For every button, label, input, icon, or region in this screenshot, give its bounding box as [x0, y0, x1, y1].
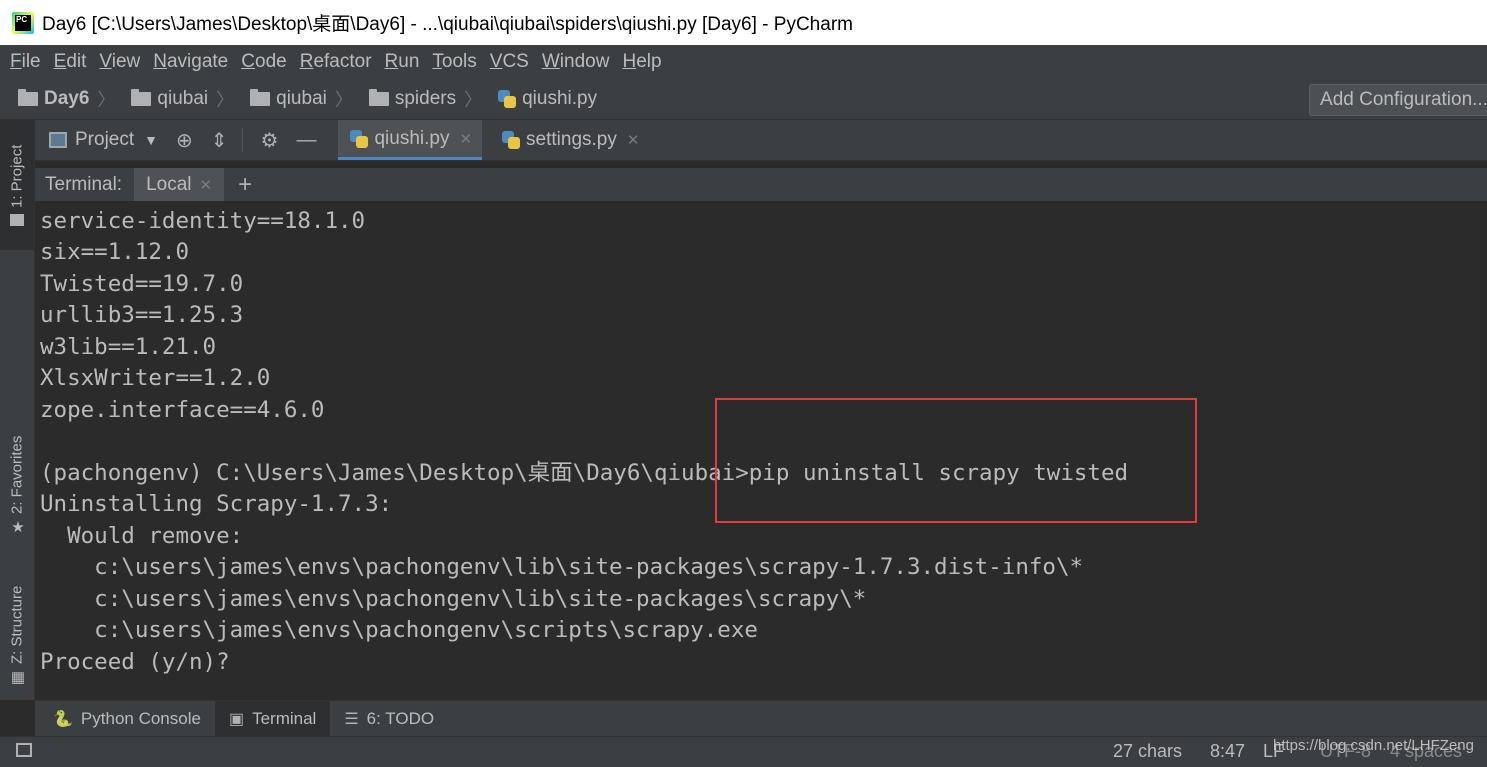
terminal-title: Terminal:	[45, 173, 123, 195]
close-icon[interactable]: ✕	[200, 176, 213, 194]
python-file-icon	[502, 131, 521, 149]
window-title: Day6 [C:\Users\James\Desktop\桌面\Day6] - …	[42, 14, 853, 35]
close-icon[interactable]: ✕	[459, 130, 472, 148]
folder-icon	[18, 88, 38, 106]
python-file-icon	[350, 129, 369, 148]
chevron-right-icon: 〉	[334, 89, 353, 110]
menu-file[interactable]: File	[10, 51, 41, 73]
tab-label: 6: TODO	[366, 709, 435, 728]
crosshair-locate-icon[interactable]: ⊕	[176, 128, 193, 153]
menu-vcs[interactable]: VCS	[490, 51, 529, 73]
collapse-all-icon[interactable]: ⇕	[211, 128, 228, 153]
menu-window[interactable]: Window	[542, 51, 610, 73]
structure-tool-label: Z: Structure	[8, 585, 26, 664]
project-window-icon	[49, 132, 67, 148]
dropdown-arrow-icon: ▼	[144, 132, 158, 148]
breadcrumb-item-qiushi-py[interactable]: qiushi.py	[498, 88, 597, 110]
window-titlebar: Day6 [C:\Users\James\Desktop\桌面\Day6] - …	[0, 0, 1487, 45]
editor-tab-bar: Project ▼ ⊕ ⇕ ⚙ — qiushi.py ✕ settings.p…	[35, 120, 1487, 161]
chevron-right-icon: 〉	[464, 89, 483, 110]
toggle-tool-windows-icon[interactable]	[16, 743, 32, 757]
terminal-line: urllib3==1.25.3	[40, 302, 244, 328]
terminal-line: Uninstalling Scrapy-1.7.3:	[40, 491, 393, 517]
tab-todo[interactable]: ☰ 6: TODO	[330, 701, 448, 737]
breadcrumb-label: qiubai	[276, 87, 327, 109]
breadcrumb-label: qiubai	[157, 87, 209, 109]
breadcrumb-label: qiushi.py	[522, 87, 598, 109]
todo-list-icon: ☰	[344, 711, 359, 728]
bottom-tool-tabs: 🐍 Python Console ▣ Terminal ☰ 6: TODO	[35, 700, 1487, 737]
breadcrumb-item-qiubai[interactable]: qiubai 〉	[131, 86, 234, 112]
watermark-text: https://blog.csdn.net/LHFZeng	[1273, 737, 1474, 754]
minimize-icon[interactable]: —	[296, 129, 316, 152]
chevron-right-icon: 〉	[97, 89, 116, 110]
pycharm-logo-icon	[12, 11, 34, 34]
menu-help[interactable]: Help	[622, 51, 661, 73]
caret-position[interactable]: 8:47	[1210, 741, 1245, 762]
terminal-line: XlsxWriter==1.2.0	[40, 365, 271, 391]
breadcrumb: Day6 〉 qiubai 〉 qiubai 〉 spiders 〉 qiush…	[0, 78, 1487, 120]
close-icon[interactable]: ✕	[627, 131, 640, 149]
terminal-line: w3lib==1.21.0	[40, 334, 217, 360]
terminal-line: zope.interface==4.6.0	[40, 397, 325, 423]
terminal-prompt-line: Proceed (y/n)?	[40, 649, 230, 675]
structure-tool-tab[interactable]: ▦ Z: Structure	[5, 566, 29, 686]
terminal-line: c:\users\james\envs\pachongenv\scripts\s…	[40, 617, 758, 643]
tab-qiushi-py[interactable]: qiushi.py ✕	[338, 120, 483, 160]
left-tool-strip: 1: Project ★ 2: Favorites ▦ Z: Structure	[0, 120, 35, 700]
menu-refactor[interactable]: Refactor	[300, 51, 372, 73]
breadcrumb-label: Day6	[44, 87, 90, 109]
tab-label: Terminal	[252, 709, 317, 728]
project-tool-label: 1: Project	[8, 144, 26, 208]
terminal-icon: ▣	[228, 711, 245, 728]
menu-run[interactable]: Run	[385, 51, 420, 73]
favorites-tool-label: 2: Favorites	[8, 435, 26, 514]
folder-icon	[368, 88, 389, 106]
selection-chars-count: 27 chars	[1113, 741, 1183, 761]
folder-icon	[250, 88, 271, 106]
breadcrumb-label: spiders	[394, 87, 457, 109]
project-view-selector[interactable]: Project ▼	[49, 129, 158, 151]
terminal-line: Twisted==19.7.0	[40, 271, 244, 297]
chevron-right-icon: 〉	[216, 89, 235, 110]
tab-label: settings.py	[526, 129, 617, 150]
tab-label: qiushi.py	[374, 127, 450, 149]
project-view-label: Project	[75, 129, 135, 150]
tab-label: Python Console	[80, 709, 201, 728]
folder-icon	[10, 213, 24, 226]
tab-python-console[interactable]: 🐍 Python Console	[39, 701, 215, 737]
terminal-line: c:\users\james\envs\pachongenv\lib\site-…	[40, 554, 1084, 580]
tab-terminal[interactable]: ▣ Terminal	[214, 701, 331, 737]
folder-icon	[131, 88, 152, 106]
terminal-line: Would remove:	[40, 523, 244, 549]
terminal-line: six==1.12.0	[40, 239, 190, 265]
terminal-line: c:\users\james\envs\pachongenv\lib\site-…	[40, 586, 867, 612]
status-bar: 27 chars 8:47 LF UTF-8 4 spaces https://…	[0, 736, 1487, 767]
project-tool-tab[interactable]: 1: Project	[0, 120, 34, 250]
terminal-session-tab[interactable]: Local ✕	[134, 168, 225, 201]
breadcrumb-item-qiubai-pkg[interactable]: qiubai 〉	[250, 86, 353, 112]
tab-settings-py[interactable]: settings.py ✕	[490, 120, 649, 160]
breadcrumb-item-spiders[interactable]: spiders 〉	[368, 86, 483, 112]
add-configuration-button[interactable]: Add Configuration...	[1309, 84, 1487, 116]
gear-icon[interactable]: ⚙	[261, 128, 279, 153]
menu-view[interactable]: View	[99, 51, 140, 73]
new-session-plus-icon[interactable]: +	[238, 171, 252, 199]
star-icon: ★	[9, 518, 26, 536]
terminal-header: Terminal: Local ✕ +	[35, 168, 1487, 201]
structure-icon: ▦	[9, 668, 26, 686]
favorites-tool-tab[interactable]: ★ 2: Favorites	[5, 418, 29, 536]
python-file-icon	[498, 89, 517, 108]
toolbar-divider	[241, 128, 243, 152]
menu-navigate[interactable]: Navigate	[153, 51, 228, 73]
terminal-session-label: Local	[146, 173, 192, 195]
menu-edit[interactable]: Edit	[54, 51, 87, 73]
python-console-icon: 🐍	[53, 711, 73, 728]
menu-code[interactable]: Code	[241, 51, 286, 73]
menu-bar: File Edit View Navigate Code Refactor Ru…	[0, 45, 1487, 78]
highlight-annotation-box	[715, 398, 1197, 523]
breadcrumb-item-day6[interactable]: Day6 〉	[18, 86, 115, 112]
terminal-line: service-identity==18.1.0	[40, 208, 366, 234]
menu-tools[interactable]: Tools	[432, 51, 476, 73]
